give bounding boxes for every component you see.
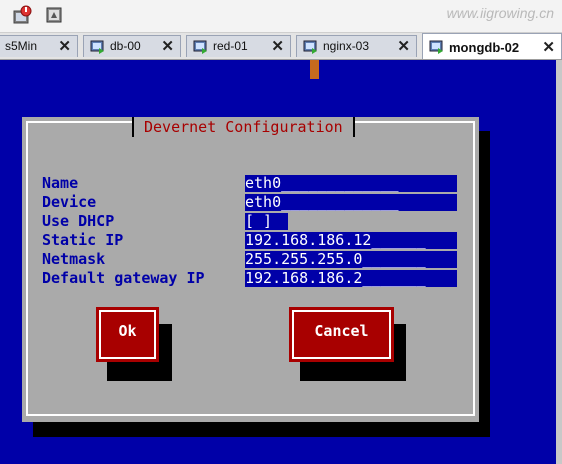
dialog-title: Devernet Configuration: [132, 117, 355, 137]
device-field[interactable]: eth0_____________: [245, 194, 457, 211]
netmask-label: Netmask: [42, 250, 106, 268]
name-field[interactable]: eth0_____________: [245, 175, 457, 192]
close-icon[interactable]: ✕: [58, 37, 71, 55]
vm-icon: [429, 40, 443, 54]
name-label: Name: [42, 174, 79, 192]
tab-s5min[interactable]: s5Min ✕: [0, 35, 78, 57]
ok-button-label: Ok: [118, 322, 137, 340]
use-dhcp-label: Use DHCP: [42, 212, 115, 230]
tab-bar: s5Min ✕ db-00 ✕ red-01 ✕ nginx-03 ✕ mong…: [0, 33, 562, 60]
vm-icon: [90, 40, 104, 54]
netmask-field[interactable]: 255.255.255.0_______: [245, 251, 457, 268]
scrollbar[interactable]: [556, 60, 562, 464]
tab-label: db-00: [110, 39, 141, 53]
static-ip-label: Static IP: [42, 231, 124, 249]
tab-mongdb-02[interactable]: mongdb-02 ✕: [422, 33, 562, 59]
text-cursor: [310, 60, 319, 79]
use-dhcp-checkbox[interactable]: [ ]: [245, 213, 288, 230]
tab-label: mongdb-02: [449, 40, 520, 55]
toolbar: www.iigrowing.cn: [0, 0, 562, 33]
gateway-label: Default gateway IP: [42, 269, 205, 287]
cancel-button-label: Cancel: [314, 322, 369, 340]
ok-button[interactable]: Ok: [96, 307, 159, 362]
close-icon[interactable]: ✕: [542, 38, 555, 56]
tab-db-00[interactable]: db-00 ✕: [83, 35, 181, 57]
watermark: www.iigrowing.cn: [446, 5, 554, 21]
tab-label: s5Min: [5, 39, 38, 53]
gateway-field[interactable]: 192.168.186.2_______: [245, 270, 457, 287]
static-ip-field[interactable]: 192.168.186.12______: [245, 232, 457, 249]
vm-icon: [303, 40, 317, 54]
network-config-dialog: Devernet Configuration Name Device Use D…: [22, 117, 479, 422]
close-icon[interactable]: ✕: [397, 37, 410, 55]
tab-label: nginx-03: [323, 39, 370, 53]
tab-nginx-03[interactable]: nginx-03 ✕: [296, 35, 417, 57]
tab-red-01[interactable]: red-01 ✕: [186, 35, 291, 57]
vm-icon: [193, 40, 207, 54]
device-label: Device: [42, 193, 97, 211]
vm-power-icon[interactable]: [12, 5, 32, 25]
vm-snapshot-icon[interactable]: [44, 5, 64, 25]
close-icon[interactable]: ✕: [271, 37, 284, 55]
tab-label: red-01: [213, 39, 248, 53]
close-icon[interactable]: ✕: [161, 37, 174, 55]
cancel-button[interactable]: Cancel: [289, 307, 394, 362]
